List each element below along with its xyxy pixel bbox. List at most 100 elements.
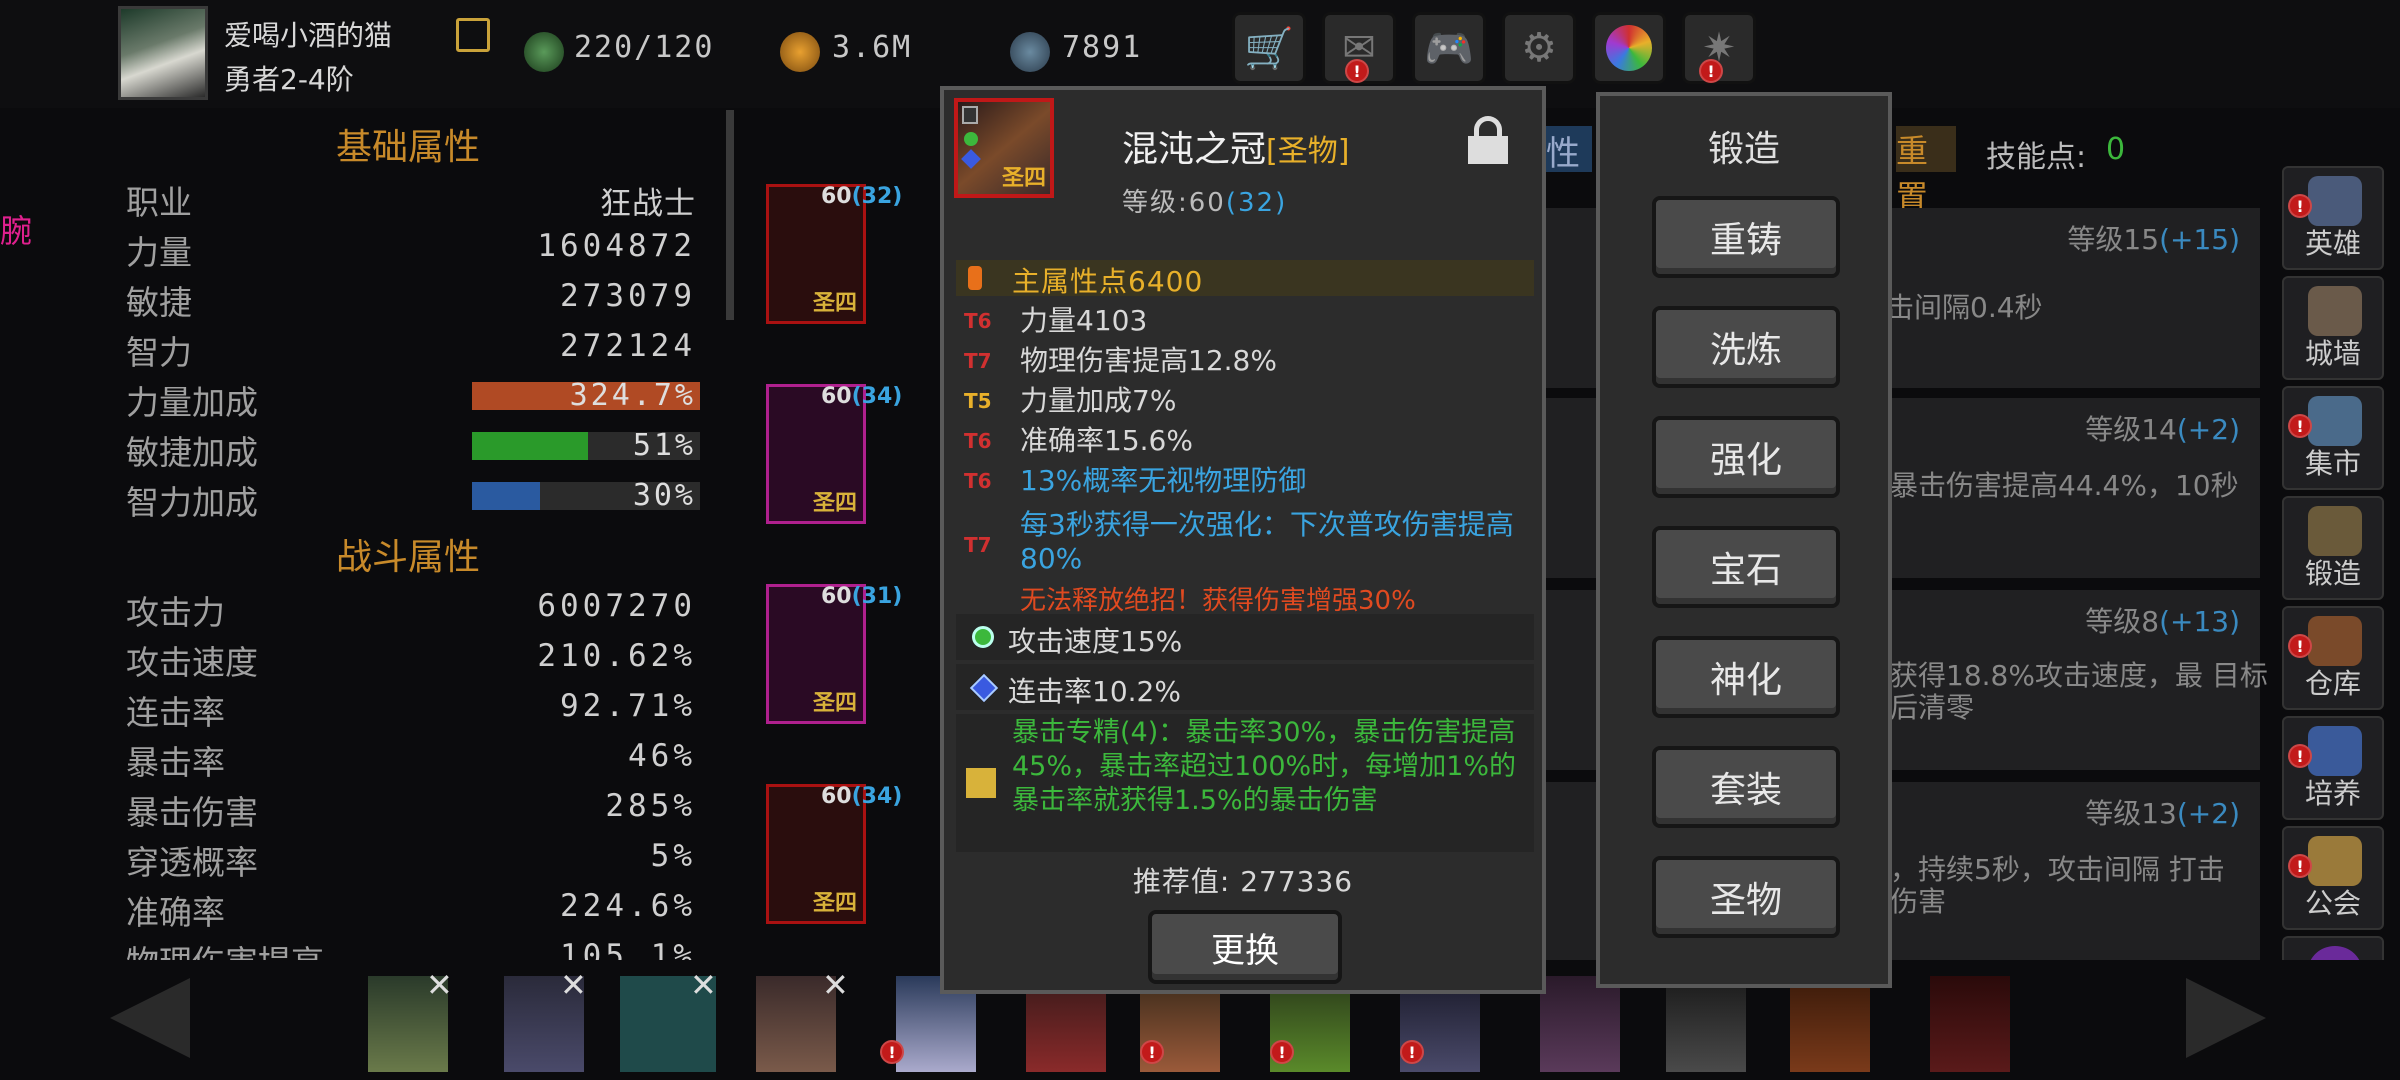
set-button[interactable]: 套装 — [1652, 746, 1840, 828]
trophy-icon — [2308, 726, 2362, 776]
equip-slot[interactable]: 60(32) 圣四 — [766, 184, 902, 324]
hero-portrait[interactable] — [1790, 976, 1870, 1072]
attr-row: 暴击伤害 285% — [126, 788, 696, 832]
item-detail-popup: 圣四 混沌之冠[圣物] 等级:60(32) 主属性点6400 T6 力量4103 … — [940, 86, 1546, 994]
settings-button[interactable]: ⚙ — [1502, 12, 1576, 84]
alert-badge: ! — [880, 1040, 904, 1064]
hero-portrait[interactable] — [1540, 976, 1620, 1072]
item-name: 混沌之冠[圣物] — [1122, 129, 1350, 170]
edit-name-icon[interactable] — [456, 18, 490, 52]
remove-icon[interactable]: ✕ — [690, 966, 717, 1004]
remove-icon[interactable]: ✕ — [426, 966, 453, 1004]
replace-button[interactable]: 更换 — [1148, 910, 1342, 984]
edge-glyph: 腕 — [0, 212, 33, 250]
nav-market[interactable]: ! 集市 — [2282, 386, 2384, 490]
enhance-button[interactable]: 强化 — [1652, 416, 1840, 498]
attr-row: 攻击力 6007270 — [126, 588, 696, 632]
green-gem-icon — [964, 132, 978, 146]
alert-badge: ! — [2288, 634, 2312, 658]
forge-panel: 锻造 重铸 洗炼 强化 宝石 神化 套装 圣物 — [1596, 92, 1892, 988]
market-icon — [2308, 396, 2362, 446]
event-button[interactable]: ✷! — [1682, 12, 1756, 84]
item-icon: 圣四 — [954, 98, 1054, 198]
attr-scrollbar[interactable] — [726, 110, 734, 320]
attr-row: 穿透概率 5% — [126, 838, 696, 882]
blue-gem-icon — [961, 149, 981, 169]
attr-row: 力量 1604872 — [126, 228, 696, 272]
gold-value: 3.6M — [832, 30, 913, 65]
wheel-icon — [1606, 25, 1652, 71]
unlock-icon[interactable] — [1468, 116, 1508, 164]
item-stat: T7 每3秒获得一次强化：下次普攻伤害提高80% — [964, 508, 1514, 575]
reset-skills-button[interactable]: 重置 — [1896, 126, 1956, 216]
item-tier: 圣四 — [1001, 166, 1046, 191]
gem-value: 7891 — [1062, 30, 1143, 65]
equip-slot[interactable]: 60(31) 圣四 — [766, 584, 902, 724]
nav-warehouse[interactable]: ! 仓库 — [2282, 606, 2384, 710]
deify-button[interactable]: 神化 — [1652, 636, 1840, 718]
reroll-button[interactable]: 洗炼 — [1652, 306, 1840, 388]
combat-attrs-title: 战斗属性 — [336, 537, 481, 578]
alert-badge: ! — [2288, 194, 2312, 218]
basic-attrs-title: 基础属性 — [336, 127, 481, 168]
player-rank: 勇者2-4阶 — [224, 63, 354, 96]
wheel-button[interactable] — [1592, 12, 1666, 84]
mail-button[interactable]: ✉! — [1322, 12, 1396, 84]
equip-slot[interactable]: 60(34) 圣四 — [766, 784, 902, 924]
lock-status-icon — [962, 106, 978, 124]
nav-forge[interactable]: 锻造 — [2282, 496, 2384, 600]
attr-row: 暴击率 46% — [126, 738, 696, 782]
item-level: 等级:60(32) — [1122, 188, 1288, 218]
remove-icon[interactable]: ✕ — [822, 966, 849, 1004]
nav-hero[interactable]: ! 英雄 — [2282, 166, 2384, 270]
castle-icon — [2308, 286, 2362, 336]
gem-blue-stat: 连击率10.2% — [1008, 675, 1181, 708]
item-curse: 无法释放绝招！获得伤害增强30% — [1020, 586, 1416, 616]
remove-icon[interactable]: ✕ — [560, 966, 587, 1004]
player-name: 爱喝小酒的猫 — [224, 19, 393, 52]
alert-badge: ! — [1345, 59, 1369, 83]
alert-badge: ! — [2288, 854, 2312, 878]
nav-guild[interactable]: ! 公会 — [2282, 826, 2384, 930]
attr-row: 攻击速度 210.62% — [126, 638, 696, 682]
energy-icon — [524, 32, 564, 72]
equip-slot[interactable]: 60(34) 圣四 — [766, 384, 902, 524]
recommend-value: 推荐值: 277336 — [1132, 865, 1354, 898]
gold-icon — [780, 32, 820, 72]
hero-icon — [2308, 176, 2362, 226]
player-avatar[interactable] — [118, 6, 208, 100]
alert-badge: ! — [1270, 1040, 1294, 1064]
alert-badge: ! — [1140, 1040, 1164, 1064]
alert-badge: ! — [2288, 414, 2312, 438]
book-icon — [966, 768, 996, 798]
hero-portrait[interactable] — [1666, 976, 1746, 1072]
nav-wall[interactable]: 城墙 — [2282, 276, 2384, 380]
main-attr-icon — [968, 266, 982, 290]
attr-row: 敏捷 273079 — [126, 278, 696, 322]
alert-badge: ! — [1400, 1040, 1424, 1064]
cart-icon: 🛒 — [1244, 25, 1294, 72]
energy-value: 220/120 — [574, 30, 715, 65]
gem-button[interactable]: 宝石 — [1652, 526, 1840, 608]
nav-train[interactable]: ! 培养 — [2282, 716, 2384, 820]
hero-portrait[interactable] — [1930, 976, 2010, 1072]
gamepad-button[interactable]: 🎮 — [1412, 12, 1486, 84]
recast-button[interactable]: 重铸 — [1652, 196, 1840, 278]
attr-row: 智力 272124 — [126, 328, 696, 372]
alert-badge: ! — [2288, 744, 2312, 768]
relic-button[interactable]: 圣物 — [1652, 856, 1840, 938]
alert-badge: ! — [1699, 59, 1723, 83]
anvil-icon — [2308, 506, 2362, 556]
forge-title: 锻造 — [1707, 129, 1780, 170]
gem-icon — [1010, 32, 1050, 72]
guild-icon — [2308, 836, 2362, 886]
skill-points-label: 技能点: — [1986, 140, 2087, 175]
attr-row: 职业 狂战士 — [126, 183, 696, 222]
warehouse-icon — [2308, 616, 2362, 666]
tab-attr[interactable]: 性 — [1546, 126, 1592, 174]
main-attr: 主属性点6400 — [1012, 265, 1204, 298]
strength-bonus-bar: 324.7% — [472, 378, 700, 413]
attr-row: 物理伤害提高105.1% — [126, 938, 696, 960]
gamepad-icon: 🎮 — [1424, 25, 1474, 72]
shop-button[interactable]: 🛒 — [1232, 12, 1306, 84]
